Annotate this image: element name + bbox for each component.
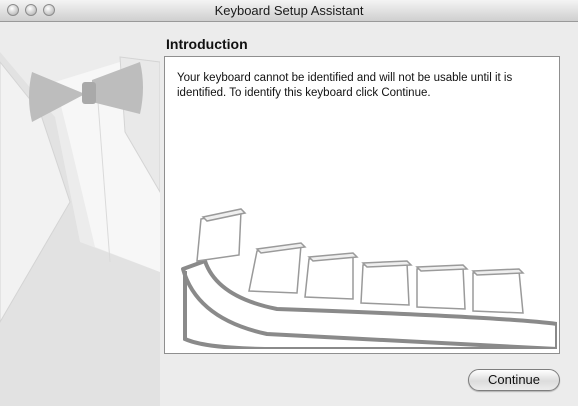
window-title: Keyboard Setup Assistant (214, 3, 364, 18)
keyboard-setup-window: Keyboard Setup Assistant Introduction Yo… (0, 0, 578, 406)
tuxedo-icon (0, 52, 160, 406)
section-title: Introduction (166, 36, 248, 52)
content-panel: Your keyboard cannot be identified and w… (164, 56, 560, 354)
continue-button[interactable]: Continue (468, 369, 560, 391)
instruction-text: Your keyboard cannot be identified and w… (177, 72, 513, 99)
title-bar[interactable]: Keyboard Setup Assistant (0, 0, 578, 22)
keyboard-icon (181, 208, 557, 349)
